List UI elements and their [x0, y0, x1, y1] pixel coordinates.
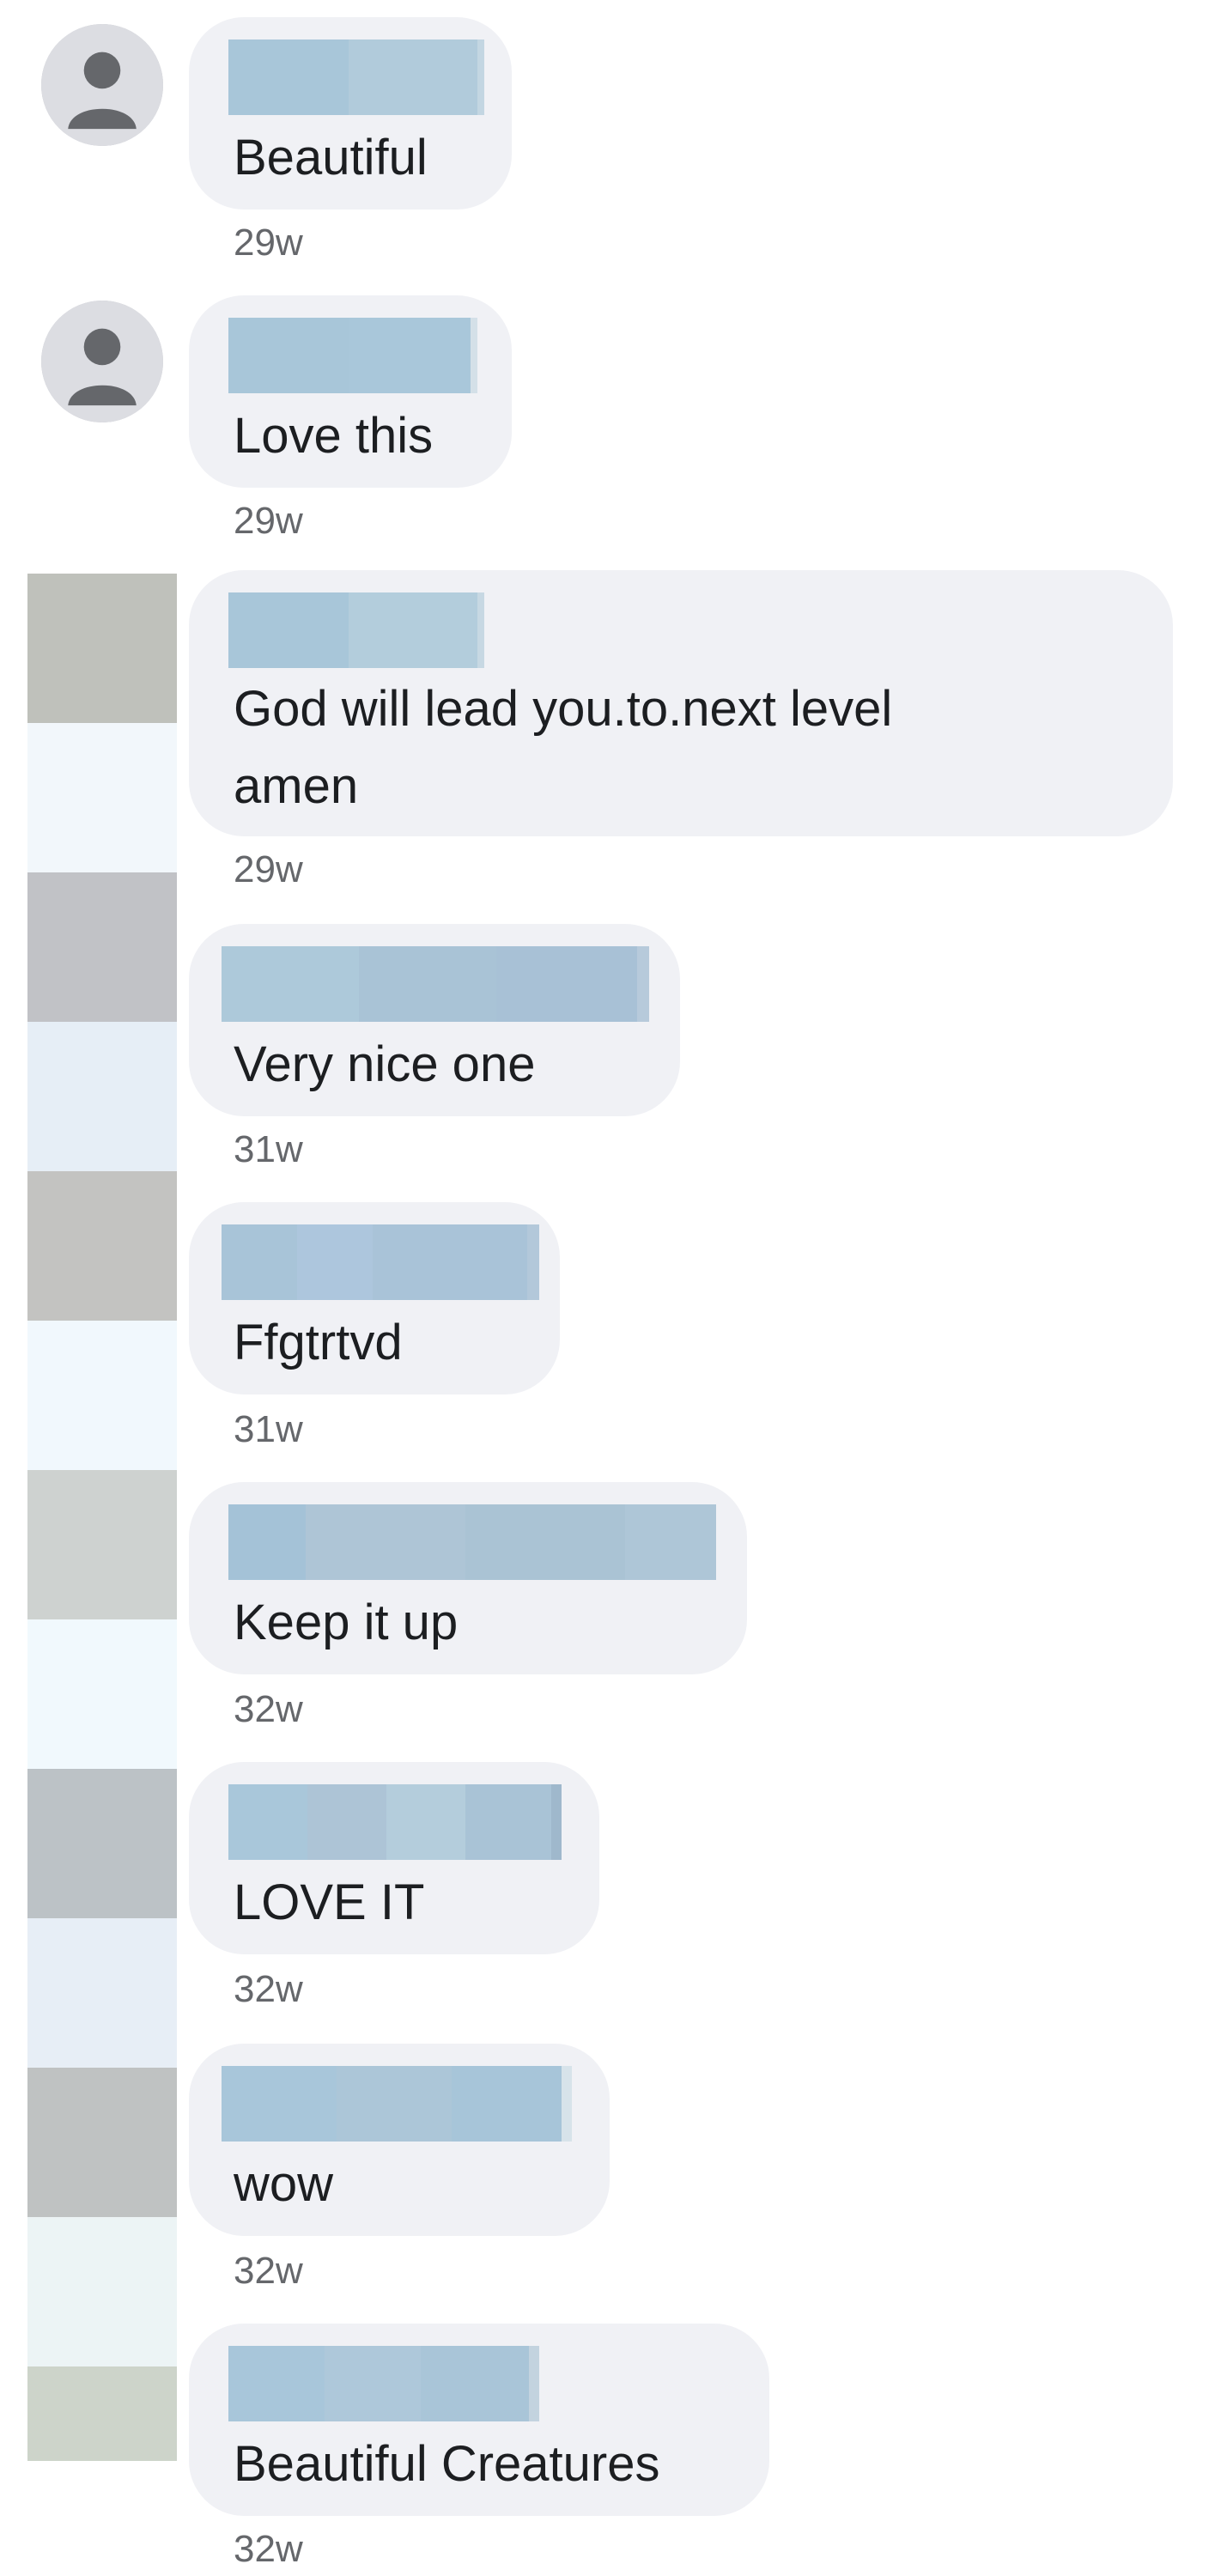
comment-text-line-2: amen	[234, 758, 359, 814]
comment-bubble[interactable]: Beautiful	[189, 17, 512, 210]
comment-timestamp[interactable]: 31w	[234, 1128, 303, 1171]
comment-bubble[interactable]: Keep it up	[189, 1482, 747, 1674]
redacted-username[interactable]	[222, 946, 649, 1022]
redacted-avatar[interactable]	[27, 2217, 177, 2366]
comment-text: Beautiful	[234, 130, 428, 185]
comment-bubble[interactable]: Beautiful Creatures	[189, 2324, 769, 2516]
comment-text: Very nice one	[234, 1036, 536, 1092]
comment-bubble[interactable]: Ffgtrtvd	[189, 1202, 560, 1394]
comment-timestamp[interactable]: 31w	[234, 1408, 303, 1451]
comment-text: God will lead you.to.next level	[234, 681, 893, 737]
redacted-username[interactable]	[228, 39, 484, 115]
comment-bubble[interactable]: LOVE IT	[189, 1762, 599, 1954]
redacted-username[interactable]	[222, 1224, 539, 1300]
redacted-username[interactable]	[228, 318, 477, 393]
redacted-avatar[interactable]	[27, 2366, 177, 2461]
comment-text: Beautiful Creatures	[234, 2436, 660, 2492]
redacted-username[interactable]	[228, 592, 484, 668]
comment-bubble[interactable]: Love this	[189, 295, 512, 488]
comment-text: Ffgtrtvd	[234, 1315, 403, 1370]
redacted-avatar[interactable]	[27, 723, 177, 872]
redacted-avatar[interactable]	[27, 1918, 177, 2068]
comment-timestamp[interactable]: 32w	[234, 1688, 303, 1731]
redacted-avatar[interactable]	[27, 1619, 177, 1769]
redacted-avatar[interactable]	[27, 1321, 177, 1470]
comment-timestamp[interactable]: 32w	[234, 2528, 303, 2571]
comment-timestamp[interactable]: 29w	[234, 848, 303, 891]
comments-list: Beautiful 29w Love this 29w God will lea…	[0, 0, 1227, 2576]
default-avatar-icon[interactable]	[41, 24, 163, 146]
redacted-username[interactable]	[222, 2066, 572, 2142]
comment-bubble[interactable]: Very nice one	[189, 924, 680, 1116]
comment-timestamp[interactable]: 32w	[234, 1968, 303, 2011]
redacted-username[interactable]	[228, 1784, 562, 1860]
comment-timestamp[interactable]: 29w	[234, 500, 303, 543]
comment-timestamp[interactable]: 29w	[234, 222, 303, 264]
redacted-avatar[interactable]	[27, 1470, 177, 1619]
default-avatar-icon[interactable]	[41, 301, 163, 422]
comment-bubble[interactable]: wow	[189, 2044, 610, 2236]
comment-text: Keep it up	[234, 1595, 459, 1650]
comment-text: wow	[234, 2156, 334, 2212]
redacted-avatar[interactable]	[27, 574, 177, 723]
redacted-avatar[interactable]	[27, 1171, 177, 1321]
redacted-avatar[interactable]	[27, 2068, 177, 2217]
redacted-avatar[interactable]	[27, 872, 177, 1022]
redacted-avatar[interactable]	[27, 1769, 177, 1918]
comment-text: Love this	[234, 408, 434, 464]
comment-text: LOVE IT	[234, 1874, 425, 1930]
comment-bubble[interactable]: God will lead you.to.next level amen	[189, 570, 1173, 836]
redacted-username[interactable]	[228, 2346, 539, 2421]
redacted-avatar[interactable]	[27, 1022, 177, 1171]
comment-timestamp[interactable]: 32w	[234, 2250, 303, 2293]
redacted-username[interactable]	[228, 1504, 716, 1580]
